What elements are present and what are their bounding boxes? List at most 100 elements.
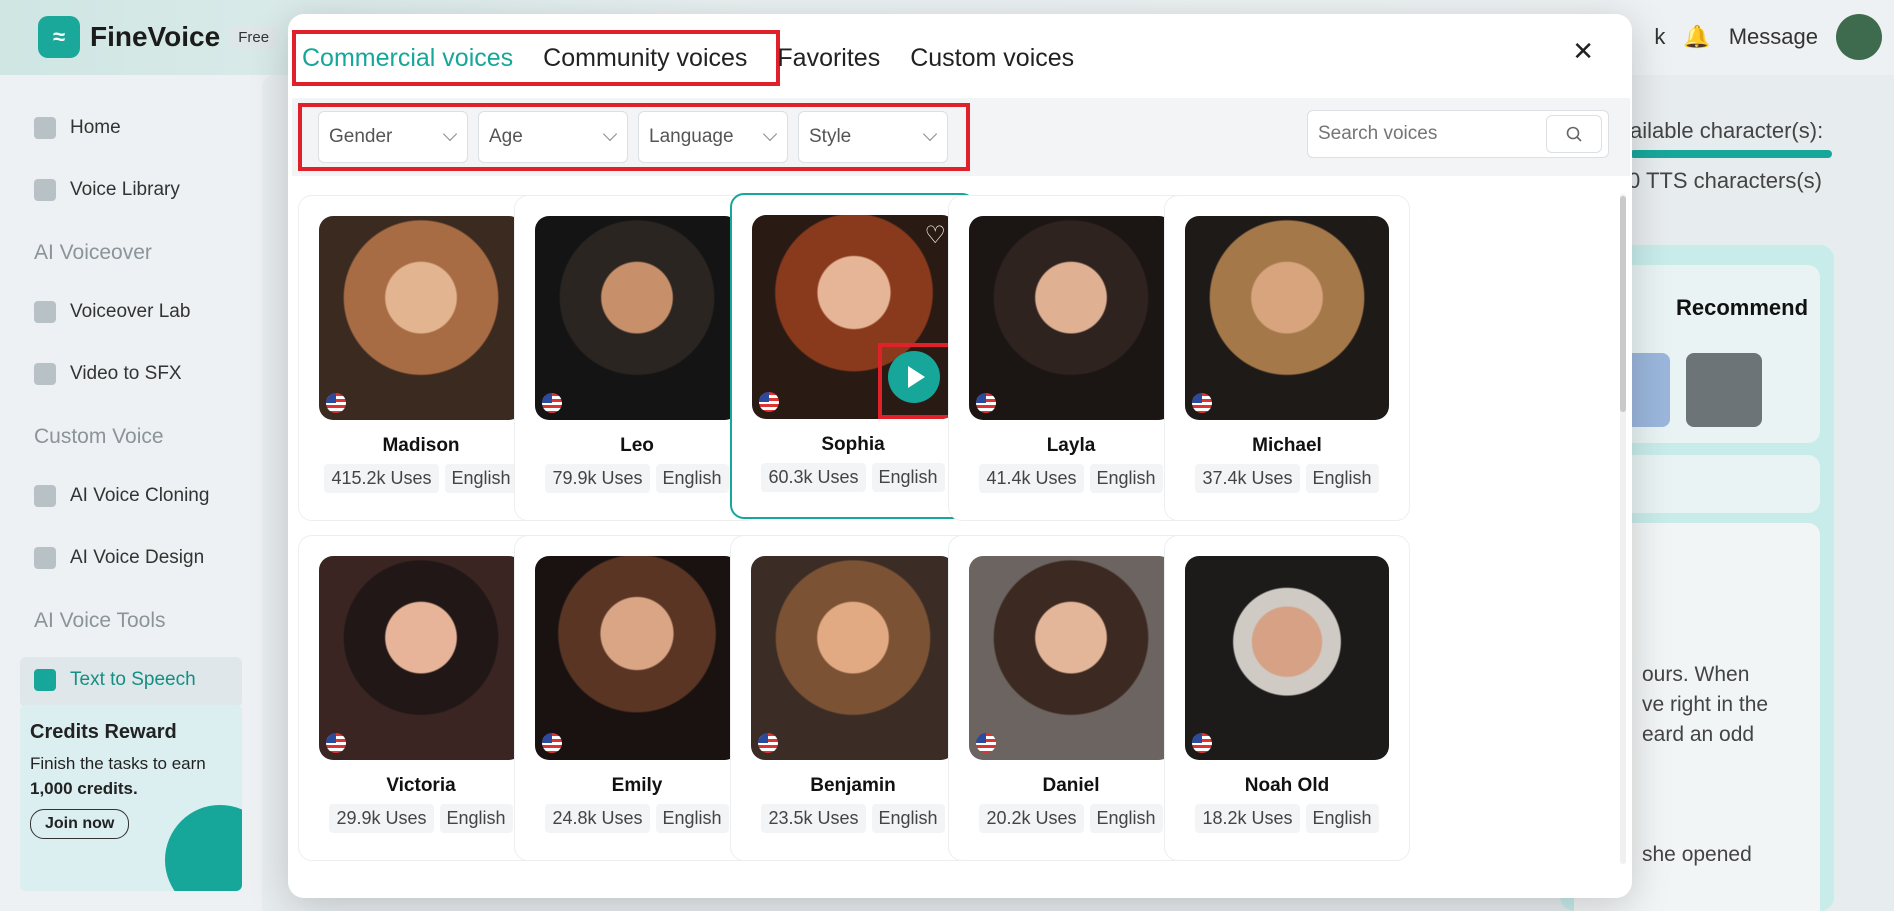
play-button[interactable] [888, 351, 940, 403]
voice-card[interactable]: Noah Old 18.2k Uses English [1164, 535, 1410, 861]
voice-avatar [535, 556, 739, 760]
tts-characters-text: 0 TTS characters(s) [1628, 168, 1822, 193]
plan-badge: Free [230, 25, 278, 49]
library-icon [34, 179, 56, 201]
language-tag: English [444, 464, 518, 493]
story-line: she opened [1642, 843, 1752, 866]
search-button[interactable] [1546, 115, 1602, 153]
join-now-button[interactable]: Join now [30, 809, 130, 839]
sidebar-item-ai-voice-design[interactable]: AI Voice Design [34, 547, 204, 569]
sidebar-item-text-to-speech[interactable]: Text to Speech [34, 669, 196, 691]
credits-title: Credits Reward [30, 721, 177, 743]
voice-card[interactable]: Benjamin 23.5k Uses English [730, 535, 976, 861]
sidebar-item-label: Home [70, 117, 121, 138]
sidebar-item-ai-voice-cloning[interactable]: AI Voice Cloning [34, 485, 209, 507]
uses-count: 60.3k Uses [761, 463, 866, 492]
language-tag: English [1089, 464, 1163, 493]
uses-count: 23.5k Uses [761, 804, 866, 833]
scrollbar-thumb[interactable] [1620, 196, 1626, 412]
sidebar-item-home[interactable]: Home [34, 117, 121, 139]
select-label: Style [809, 126, 852, 147]
recommend-avatar[interactable] [1686, 353, 1762, 427]
play-icon [908, 366, 925, 388]
tab-community-voices[interactable]: Community voices [543, 44, 747, 73]
voice-avatar: ♡ [752, 215, 956, 419]
voice-card[interactable]: Layla 41.4k Uses English [948, 195, 1194, 521]
sidebar-item-label: Voiceover Lab [70, 301, 191, 322]
sidebar-item-voice-library[interactable]: Voice Library [34, 179, 180, 201]
heart-icon[interactable]: ♡ [924, 221, 946, 250]
credits-text: Finish the tasks to earn 1,000 credits. [30, 751, 230, 801]
voice-card[interactable]: Victoria 29.9k Uses English [298, 535, 544, 861]
us-flag-icon [326, 733, 346, 753]
story-line: ve right in the [1642, 693, 1769, 716]
voice-card[interactable]: Michael 37.4k Uses English [1164, 195, 1410, 521]
sidebar-item-voiceover-lab[interactable]: Voiceover Lab [34, 301, 190, 323]
voice-card[interactable]: Leo 79.9k Uses English [514, 195, 760, 521]
credits-amount: 1,000 credits. [30, 779, 138, 798]
us-flag-icon [976, 733, 996, 753]
voice-name: Victoria [386, 775, 456, 796]
us-flag-icon [542, 733, 562, 753]
language-tag: English [1305, 464, 1379, 493]
tab-favorites[interactable]: Favorites [777, 44, 880, 73]
sidebar: Home Voice Library AI Voiceover Voiceove… [0, 75, 262, 911]
sidebar-item-label: AI Voice Cloning [70, 485, 210, 506]
voice-name: Madison [382, 435, 460, 456]
message-link[interactable]: Message [1729, 24, 1818, 50]
search-icon [1566, 126, 1582, 142]
us-flag-icon [542, 393, 562, 413]
uses-count: 24.8k Uses [545, 804, 650, 833]
story-line: ours. When [1642, 663, 1750, 686]
language-tag: English [439, 804, 513, 833]
gender-select[interactable]: Gender [318, 111, 468, 163]
bell-icon[interactable]: 🔔 [1683, 24, 1710, 50]
uses-count: 37.4k Uses [1195, 464, 1300, 493]
voice-name: Layla [1046, 435, 1096, 456]
voice-avatar [1185, 216, 1389, 420]
age-select[interactable]: Age [478, 111, 628, 163]
sidebar-item-label: Text to Speech [70, 669, 196, 690]
us-flag-icon [1192, 393, 1212, 413]
sidebar-item-label: Voice Library [70, 179, 180, 200]
voice-name: Daniel [1042, 775, 1100, 796]
language-tag: English [1089, 804, 1163, 833]
tab-custom-voices[interactable]: Custom voices [910, 44, 1074, 73]
voice-name: Leo [620, 435, 654, 456]
us-flag-icon [759, 392, 779, 412]
chevron-down-icon [442, 126, 458, 142]
search-input[interactable] [1308, 123, 1538, 145]
voice-avatar [1185, 556, 1389, 760]
tab-commercial-voices[interactable]: Commercial voices [302, 44, 513, 73]
voice-avatar [319, 216, 523, 420]
voice-name: Sophia [821, 434, 885, 455]
close-icon[interactable]: ✕ [1572, 36, 1594, 67]
language-select[interactable]: Language [638, 111, 788, 163]
language-tag: English [655, 804, 729, 833]
voice-wave-icon [165, 805, 242, 891]
section-heading-custom-voice: Custom Voice [34, 425, 164, 448]
avatar[interactable] [1836, 14, 1882, 60]
topbar-partial-item[interactable]: k [1654, 24, 1665, 50]
voice-card[interactable]: Emily 24.8k Uses English [514, 535, 760, 861]
voice-card[interactable]: Daniel 20.2k Uses English [948, 535, 1194, 861]
select-label: Gender [329, 126, 393, 147]
voice-name: Michael [1252, 435, 1322, 456]
tab-recommend[interactable]: Recommend [1676, 295, 1808, 321]
sidebar-item-label: Video to SFX [70, 363, 182, 384]
brand[interactable]: ≈ FineVoice Free [38, 16, 278, 58]
video-icon [34, 363, 56, 385]
voice-avatar [319, 556, 523, 760]
app-name: FineVoice [90, 21, 221, 52]
waveform-icon [34, 301, 56, 323]
voice-card-selected[interactable]: ♡ Sophia 60.3k Uses English [730, 193, 976, 519]
sidebar-item-video-to-sfx[interactable]: Video to SFX [34, 363, 182, 385]
us-flag-icon [1192, 733, 1212, 753]
uses-count: 29.9k Uses [329, 804, 434, 833]
clone-icon [34, 485, 56, 507]
style-select[interactable]: Style [798, 111, 948, 163]
uses-count: 18.2k Uses [1195, 804, 1300, 833]
voice-card[interactable]: Madison 415.2k Uses English [298, 195, 544, 521]
select-label: Language [649, 126, 734, 147]
language-tag: English [871, 804, 945, 833]
